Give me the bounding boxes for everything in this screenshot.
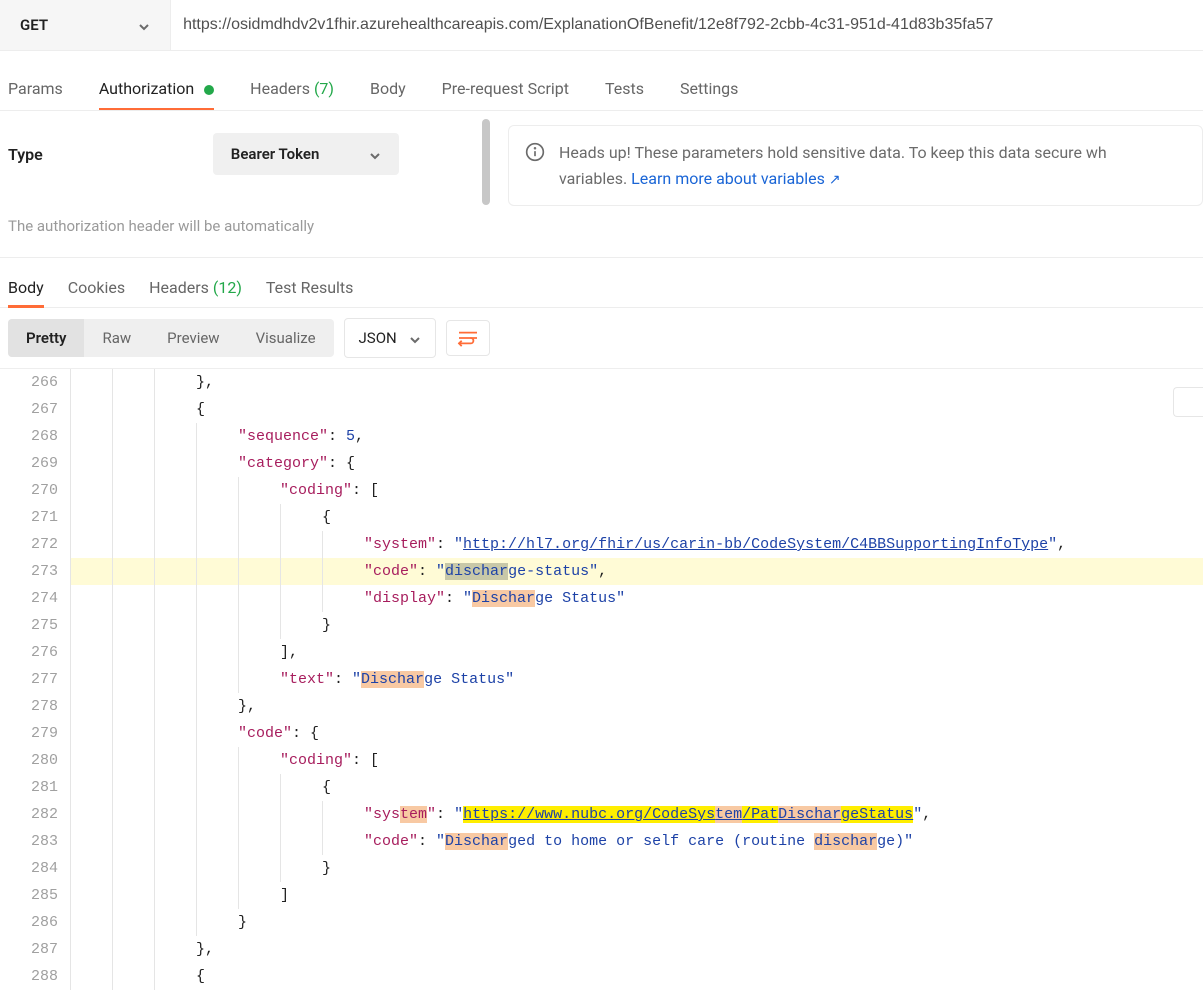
code-content[interactable]: },{"sequence": 5,"category": {"coding": … bbox=[70, 369, 1203, 990]
code-line[interactable]: { bbox=[70, 504, 1203, 531]
learn-more-link[interactable]: Learn more about variables ↗ bbox=[631, 169, 840, 188]
view-mode-group: Pretty Raw Preview Visualize bbox=[8, 319, 334, 357]
code-line[interactable]: } bbox=[70, 855, 1203, 882]
resp-tab-headers[interactable]: Headers (12) bbox=[149, 272, 242, 307]
auth-right-pane: Heads up! These parameters hold sensitiv… bbox=[490, 111, 1203, 257]
view-raw-button[interactable]: Raw bbox=[84, 319, 149, 357]
code-line[interactable]: "code": "discharge-status", bbox=[70, 558, 1203, 585]
auth-type-value: Bearer Token bbox=[231, 145, 320, 163]
code-line[interactable]: "text": "Discharge Status" bbox=[70, 666, 1203, 693]
side-tray-handle[interactable] bbox=[1173, 387, 1203, 417]
info-icon bbox=[525, 142, 545, 162]
response-toolbar: Pretty Raw Preview Visualize JSON bbox=[0, 307, 1203, 368]
line-number-gutter: 2662672682692702712722732742752762772782… bbox=[0, 369, 70, 990]
line-wrap-icon bbox=[457, 329, 479, 347]
view-pretty-button[interactable]: Pretty bbox=[8, 319, 84, 357]
format-value: JSON bbox=[359, 329, 397, 347]
request-tabs: Params Authorization Headers (7) Body Pr… bbox=[0, 51, 1203, 110]
code-line[interactable]: ], bbox=[70, 639, 1203, 666]
tab-params[interactable]: Params bbox=[8, 71, 63, 110]
code-line[interactable]: }, bbox=[70, 693, 1203, 720]
resp-tab-test-results[interactable]: Test Results bbox=[266, 272, 354, 307]
resp-tab-body[interactable]: Body bbox=[8, 272, 44, 307]
tab-authorization[interactable]: Authorization bbox=[99, 71, 214, 110]
code-line[interactable]: { bbox=[70, 396, 1203, 423]
code-line[interactable]: "sequence": 5, bbox=[70, 423, 1203, 450]
code-line[interactable]: "coding": [ bbox=[70, 477, 1203, 504]
code-line[interactable]: }, bbox=[70, 936, 1203, 963]
tab-headers-count: (7) bbox=[314, 79, 334, 98]
chevron-down-icon bbox=[409, 332, 421, 344]
auth-description-truncated: The authorization header will be automat… bbox=[8, 217, 482, 235]
tab-body[interactable]: Body bbox=[370, 71, 406, 110]
code-line[interactable]: "system": "https://www.nubc.org/CodeSyst… bbox=[70, 801, 1203, 828]
code-line[interactable]: "coding": [ bbox=[70, 747, 1203, 774]
code-line[interactable]: "display": "Discharge Status" bbox=[70, 585, 1203, 612]
format-select[interactable]: JSON bbox=[344, 318, 436, 358]
response-tabs: Body Cookies Headers (12) Test Results bbox=[0, 257, 1203, 307]
tab-settings[interactable]: Settings bbox=[680, 71, 738, 110]
request-bar: GET bbox=[0, 0, 1203, 51]
line-wrap-button[interactable] bbox=[446, 320, 490, 356]
external-link-icon: ↗ bbox=[829, 172, 841, 188]
resp-tab-cookies[interactable]: Cookies bbox=[68, 272, 125, 307]
code-line[interactable]: }, bbox=[70, 369, 1203, 396]
code-line[interactable]: } bbox=[70, 612, 1203, 639]
code-line[interactable]: { bbox=[70, 774, 1203, 801]
tab-authorization-label: Authorization bbox=[99, 79, 194, 98]
auth-left-pane: Type Bearer Token The authorization head… bbox=[0, 111, 490, 257]
chevron-down-icon bbox=[369, 148, 381, 160]
code-line[interactable]: "code": { bbox=[70, 720, 1203, 747]
code-line[interactable]: "category": { bbox=[70, 450, 1203, 477]
tab-prerequest[interactable]: Pre-request Script bbox=[442, 71, 569, 110]
authorization-panel: Type Bearer Token The authorization head… bbox=[0, 110, 1203, 257]
status-dot-icon bbox=[204, 85, 214, 95]
http-method-select[interactable]: GET bbox=[0, 0, 171, 50]
scrollbar-thumb[interactable] bbox=[482, 119, 490, 205]
info-callout: Heads up! These parameters hold sensitiv… bbox=[508, 125, 1203, 206]
chevron-down-icon bbox=[138, 19, 150, 31]
auth-type-select[interactable]: Bearer Token bbox=[213, 133, 400, 175]
view-preview-button[interactable]: Preview bbox=[149, 319, 237, 357]
info-text: Heads up! These parameters hold sensitiv… bbox=[559, 140, 1107, 191]
resp-tab-headers-count: (12) bbox=[213, 278, 242, 297]
tab-tests[interactable]: Tests bbox=[605, 71, 644, 110]
http-method-label: GET bbox=[20, 16, 48, 34]
code-line[interactable]: } bbox=[70, 909, 1203, 936]
resp-tab-headers-label: Headers bbox=[149, 278, 209, 297]
tab-headers[interactable]: Headers (7) bbox=[250, 71, 334, 110]
code-line[interactable]: "system": "http://hl7.org/fhir/us/carin-… bbox=[70, 531, 1203, 558]
tab-headers-label: Headers bbox=[250, 79, 310, 98]
url-input[interactable] bbox=[171, 0, 1203, 50]
auth-type-label: Type bbox=[8, 145, 43, 164]
code-line[interactable]: "code": "Discharged to home or self care… bbox=[70, 828, 1203, 855]
response-body[interactable]: 2662672682692702712722732742752762772782… bbox=[0, 368, 1203, 990]
view-visualize-button[interactable]: Visualize bbox=[238, 319, 334, 357]
code-line[interactable]: ] bbox=[70, 882, 1203, 909]
